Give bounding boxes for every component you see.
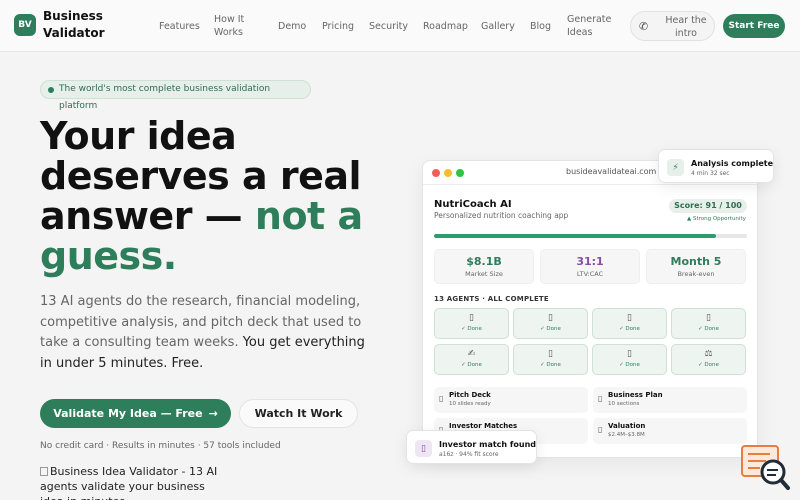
logo-badge[interactable]: BV [14,14,36,36]
nav-link-security[interactable]: Security [369,20,408,33]
deliverable-title: Valuation [608,422,646,430]
close-dot-icon [432,169,440,177]
agent-status: ✓ Done [619,362,640,368]
validate-idea-button[interactable]: Validate My Idea — Free → [40,399,231,428]
deliverable-valuation: ▯ Valuation $2.4M–$3.8M [593,418,747,444]
metric-value: $8.1B [466,255,502,268]
nav-link-demo[interactable]: Demo [278,20,306,33]
document-icon: ▯ [598,394,603,403]
agent-icon: ▯ [469,313,474,323]
nav-link-pricing[interactable]: Pricing [322,20,354,33]
agent-tile: ▯ ✓ Done [513,344,588,375]
score-progress-fill [434,234,716,238]
product-preview-card: busideavalidateai.com NutriCoach AI Pers… [422,160,758,458]
metric-value: Month 5 [670,255,722,268]
nav-link-generate-ideas[interactable]: Generate Ideas [567,13,617,39]
analysis-complete-toast: ⚡ Analysis complete 4 min 32 sec [658,149,774,183]
app-subtitle: Personalized nutrition coaching app [434,211,569,220]
agent-icon: ▯ [627,349,632,359]
agents-heading: 13 AGENTS · ALL COMPLETE [434,295,549,303]
agent-tile: ⚖ ✓ Done [671,344,746,375]
nav-link-roadmap[interactable]: Roadmap [423,20,468,33]
agent-icon: ⚖ [704,349,713,359]
tagline-pill: The world's most complete business valid… [40,80,311,111]
metric-label: Market Size [465,270,503,278]
document-icon: ▯ [439,394,444,403]
investor-icon: ▯ [415,440,432,457]
agent-status: ✓ Done [540,326,561,332]
agent-status: ✓ Done [461,362,482,368]
minimize-dot-icon [444,169,452,177]
deliverable-pitch-deck: ▯ Pitch Deck 10 slides ready [434,387,588,413]
hear-intro-label: Hear the intro [665,15,707,39]
agent-icon: ✍ [467,349,476,359]
nav-link-gallery[interactable]: Gallery [481,20,515,33]
agent-icon: ▯ [548,313,553,323]
investor-match-toast: ▯ Investor match found a16z · 94% fit sc… [406,430,537,464]
deliverable-subtitle: 10 slides ready [449,401,491,407]
document-icon: ▯ [598,425,603,434]
nav-link-how-it-works[interactable]: How It Works [214,13,254,39]
tagline-text: The world's most complete business valid… [59,84,271,111]
watch-it-work-button[interactable]: Watch It Work [239,399,358,428]
toast-title: Investor match found [439,440,536,449]
top-navbar: BV Business Validator Features How It Wo… [0,0,800,52]
agent-tile: ▯ ✓ Done [671,308,746,339]
agent-icon: ▯ [627,313,632,323]
start-free-button[interactable]: Start Free [723,14,785,38]
agent-tile: ▯ ✓ Done [592,344,667,375]
toast-title: Analysis complete [691,159,774,168]
toast-subtitle: a16z · 94% fit score [439,451,499,458]
deliverable-subtitle: $2.4M–$3.8M [608,432,645,438]
hero-image-alt: Business Idea Validator - 13 AI agents v… [40,464,220,500]
agent-status: ✓ Done [540,362,561,368]
hear-intro-button[interactable]: ✆ Hear the intro [630,11,715,41]
hero-image-alt-text: Business Idea Validator - 13 AI agents v… [40,465,218,500]
brand-name[interactable]: Business Validator [43,8,123,42]
broken-image-icon [40,467,48,476]
agent-tile: ▯ ✓ Done [434,308,509,339]
browser-url: busideavalidateai.com [566,167,657,176]
agent-icon: ▯ [706,313,711,323]
arrow-right-icon: → [208,407,218,420]
metric-ltv-cac: 31:1 LTV:CAC [540,249,640,284]
metric-label: LTV:CAC [576,270,604,278]
chat-search-widget[interactable] [740,443,792,493]
validate-idea-label: Validate My Idea — Free [53,407,203,420]
toast-subtitle: 4 min 32 sec [691,170,730,177]
agent-status: ✓ Done [698,362,719,368]
phone-icon: ✆ [639,20,649,33]
chat-search-icon [741,445,790,490]
hero-headline: Your idea deserves a real answer — not a… [40,116,400,276]
status-dot [48,87,54,93]
metric-break-even: Month 5 Break-even [646,249,746,284]
deliverable-subtitle: 10 sections [608,401,640,407]
metric-label: Break-even [677,270,715,278]
metric-value: 31:1 [576,255,604,268]
agent-status: ✓ Done [461,326,482,332]
agent-icon: ▯ [548,349,553,359]
lightning-icon: ⚡ [667,159,684,176]
deliverable-title: Investor Matches [449,422,518,430]
score-badge: Score: 91 / 100 [669,199,747,213]
agent-tile: ▯ ✓ Done [513,308,588,339]
agent-tile: ▯ ✓ Done [592,308,667,339]
maximize-dot-icon [456,169,464,177]
metric-market-size: $8.1B Market Size [434,249,534,284]
app-name: NutriCoach AI [434,199,512,210]
agent-status: ✓ Done [698,326,719,332]
hero-subtext: 13 AI agents do the research, financial … [40,292,370,374]
deliverable-title: Pitch Deck [449,391,491,399]
deliverable-title: Business Plan [608,391,663,399]
nav-link-blog[interactable]: Blog [530,20,551,33]
fine-print: No credit card · Results in minutes · 57… [40,441,281,451]
score-label: ▲ Strong Opportunity [687,216,746,222]
agent-status: ✓ Done [619,326,640,332]
deliverable-business-plan: ▯ Business Plan 10 sections [593,387,747,413]
score-progress-bar [434,234,747,238]
nav-link-features[interactable]: Features [159,20,200,33]
agent-tile: ✍ ✓ Done [434,344,509,375]
